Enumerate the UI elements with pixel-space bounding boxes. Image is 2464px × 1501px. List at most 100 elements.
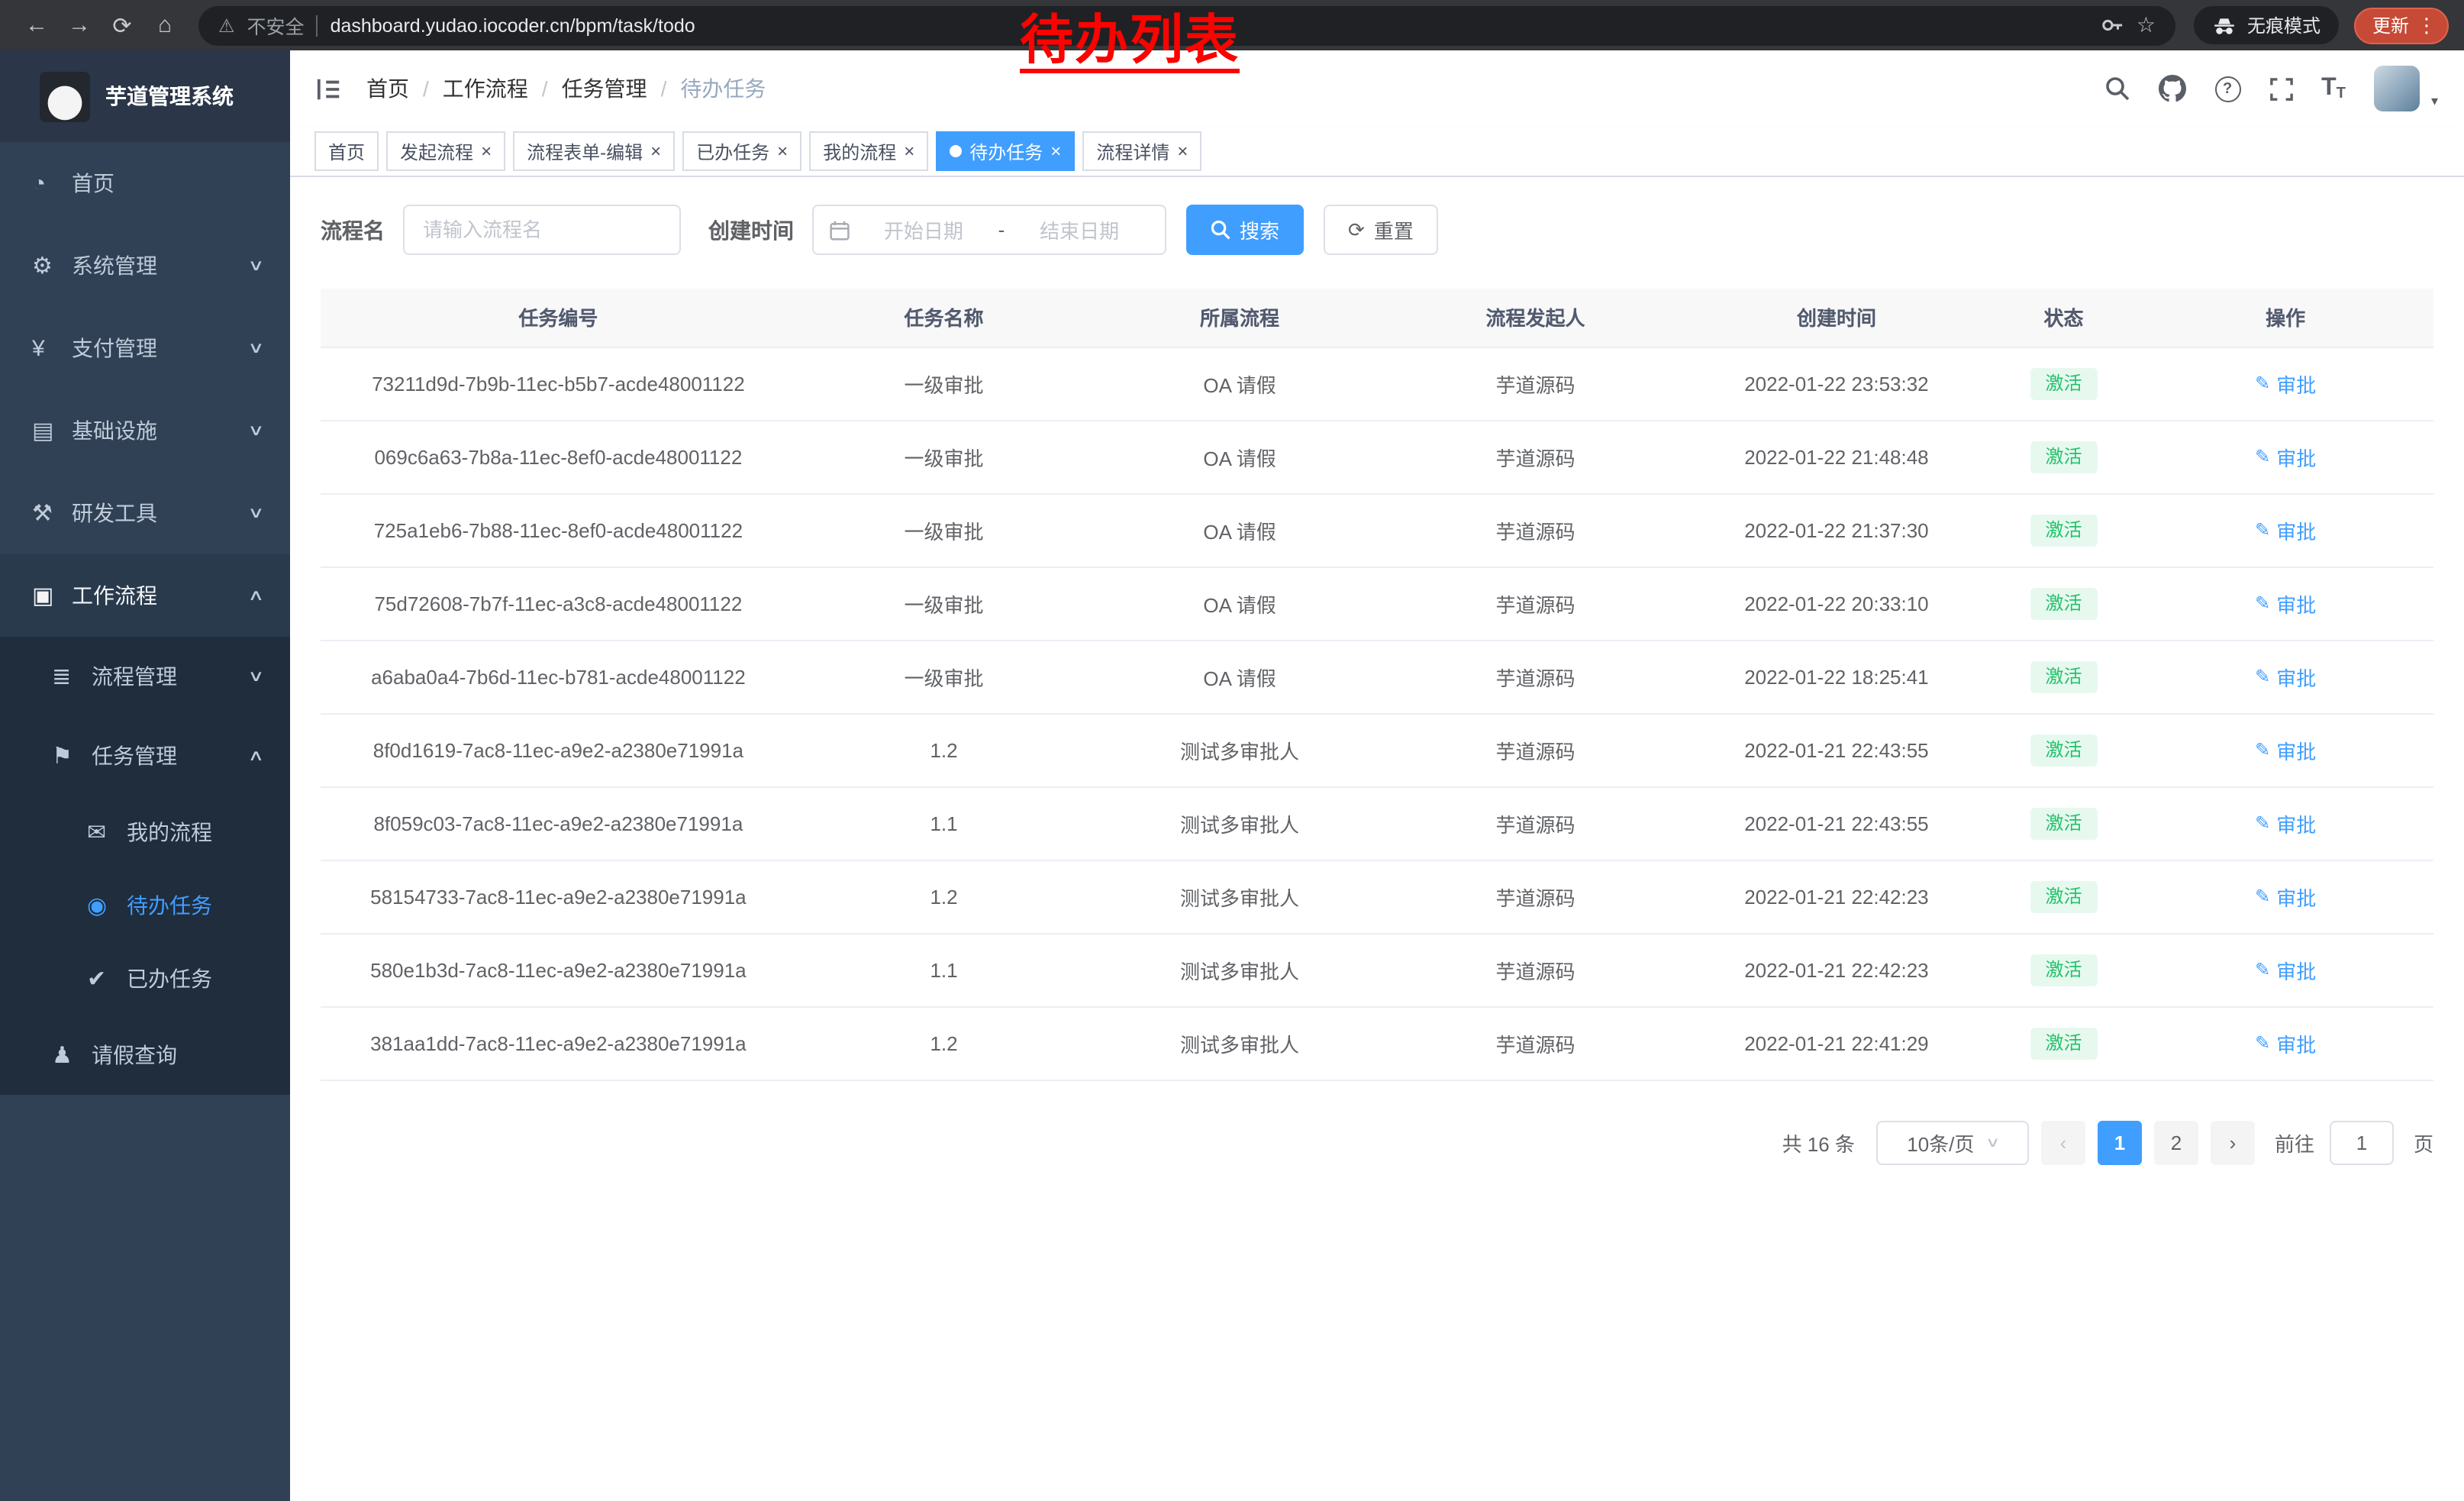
- page-1-button[interactable]: 1: [2098, 1120, 2142, 1164]
- password-key-icon[interactable]: [2101, 14, 2124, 37]
- sidebar-item-label: 研发工具: [72, 498, 157, 528]
- breadcrumb-task-management[interactable]: 任务管理: [562, 73, 647, 104]
- prev-page-button[interactable]: ‹: [2041, 1120, 2085, 1164]
- task-name-cell: 1.1: [796, 786, 1092, 860]
- reset-button-label: 重置: [1374, 215, 1414, 244]
- browser-menu-icon[interactable]: ⋮: [2417, 13, 2437, 37]
- sidebar-item-rd-tools[interactable]: ⚒ 研发工具 ∨: [0, 472, 290, 554]
- close-icon[interactable]: ×: [481, 142, 492, 160]
- tab-done-tasks[interactable]: 已办任务 ×: [682, 131, 801, 171]
- app-logo-row: 芋道管理系统: [0, 50, 290, 142]
- edit-icon: ✎: [2255, 886, 2270, 907]
- table-header: 任务编号 任务名称 所属流程 流程发起人 创建时间 状态 操作: [321, 289, 2433, 347]
- table-row: 75d72608-7b7f-11ec-a3c8-acde48001122 一级审…: [321, 567, 2433, 640]
- help-icon[interactable]: ?: [2214, 76, 2240, 102]
- close-icon[interactable]: ×: [777, 142, 788, 160]
- approve-link-label: 审批: [2276, 662, 2316, 691]
- task-id-cell: 8f059c03-7ac8-11ec-a9e2-a2380e71991a: [321, 786, 796, 860]
- search-button[interactable]: 搜索: [1186, 205, 1304, 255]
- github-icon[interactable]: [2158, 75, 2185, 102]
- reset-button[interactable]: ⟳ 重置: [1324, 205, 1438, 255]
- approve-link[interactable]: ✎ 审批: [2255, 809, 2316, 838]
- create-time-cell: 2022-01-22 23:53:32: [1683, 347, 1989, 420]
- font-size-icon[interactable]: TT: [2321, 75, 2346, 102]
- fullscreen-icon[interactable]: [2269, 77, 2292, 100]
- initiator-cell: 芋道源码: [1388, 1006, 1684, 1080]
- close-icon[interactable]: ×: [1177, 142, 1188, 160]
- tab-start-process[interactable]: 发起流程 ×: [386, 131, 505, 171]
- close-icon[interactable]: ×: [1050, 142, 1061, 160]
- bookmark-star-icon[interactable]: ☆: [2137, 12, 2156, 38]
- sidebar-toggle-icon[interactable]: [316, 76, 342, 102]
- sidebar-item-home[interactable]: ◔ 首页: [0, 142, 290, 224]
- sidebar-item-payment-management[interactable]: ¥ 支付管理 ∨: [0, 307, 290, 389]
- tab-process-detail[interactable]: 流程详情 ×: [1082, 131, 1201, 171]
- approve-link[interactable]: ✎ 审批: [2255, 955, 2316, 984]
- security-label: 不安全: [247, 11, 305, 40]
- approve-link[interactable]: ✎ 审批: [2255, 515, 2316, 544]
- approve-link[interactable]: ✎ 审批: [2255, 882, 2316, 911]
- sidebar-item-my-processes[interactable]: ✉ 我的流程: [0, 796, 290, 869]
- pagination: 共 16 条 10条/页 ∨ ‹ 1 2 › 前往 页: [321, 1120, 2433, 1164]
- edit-icon: ✎: [2255, 959, 2270, 980]
- approve-link[interactable]: ✎ 审批: [2255, 735, 2316, 764]
- status-badge: 激活: [2030, 441, 2097, 473]
- edit-icon: ✎: [2255, 812, 2270, 834]
- page-2-button[interactable]: 2: [2154, 1120, 2198, 1164]
- browser-forward-button[interactable]: →: [58, 4, 101, 47]
- status-cell: 激活: [1990, 420, 2138, 493]
- incognito-badge: 无痕模式: [2194, 6, 2339, 44]
- edit-icon: ✎: [2255, 666, 2270, 687]
- tab-process-form-edit[interactable]: 流程表单-编辑 ×: [513, 131, 675, 171]
- initiator-cell: 芋道源码: [1388, 567, 1684, 640]
- process-name-input[interactable]: [403, 205, 681, 255]
- edit-icon: ✎: [2255, 519, 2270, 541]
- sidebar-item-workflow[interactable]: ▣ 工作流程 ∧: [0, 554, 290, 637]
- sidebar: 芋道管理系统 ◔ 首页 ⚙ 系统管理 ∨ ¥ 支付管理 ∨ ▤: [0, 50, 290, 1501]
- tab-home[interactable]: 首页: [314, 131, 379, 171]
- task-name-cell: 一级审批: [796, 347, 1092, 420]
- search-icon[interactable]: [2104, 76, 2129, 101]
- browser-window: ← → ⟳ ⌂ ⚠ 不安全 dashboard.yudao.iocoder.cn…: [0, 0, 2464, 1501]
- browser-home-button[interactable]: ⌂: [144, 4, 186, 47]
- date-range-picker[interactable]: 开始日期 - 结束日期: [812, 205, 1166, 255]
- table-row: 8f0d1619-7ac8-11ec-a9e2-a2380e71991a 1.2…: [321, 713, 2433, 786]
- sidebar-item-leave-query[interactable]: ♟ 请假查询: [0, 1015, 290, 1095]
- approve-link[interactable]: ✎ 审批: [2255, 662, 2316, 691]
- browser-back-button[interactable]: ←: [15, 4, 58, 47]
- page-url: dashboard.yudao.iocoder.cn/bpm/task/todo: [331, 15, 695, 36]
- approve-link[interactable]: ✎ 审批: [2255, 589, 2316, 618]
- status-badge: 激活: [2030, 1027, 2097, 1059]
- approve-link[interactable]: ✎ 审批: [2255, 369, 2316, 398]
- browser-update-button[interactable]: 更新 ⋮: [2354, 7, 2449, 44]
- sidebar-item-infrastructure[interactable]: ▤ 基础设施 ∨: [0, 389, 290, 472]
- next-page-button[interactable]: ›: [2211, 1120, 2255, 1164]
- sidebar-item-system-management[interactable]: ⚙ 系统管理 ∨: [0, 224, 290, 307]
- tab-my-processes[interactable]: 我的流程 ×: [809, 131, 928, 171]
- tab-todo-tasks[interactable]: 待办任务 ×: [936, 131, 1075, 171]
- task-id-cell: 069c6a63-7b8a-11ec-8ef0-acde48001122: [321, 420, 796, 493]
- breadcrumb-home[interactable]: 首页: [366, 73, 409, 104]
- approve-link-label: 审批: [2276, 442, 2316, 471]
- sidebar-item-done-tasks[interactable]: ✔ 已办任务: [0, 942, 290, 1015]
- approve-link[interactable]: ✎ 审批: [2255, 442, 2316, 471]
- sidebar-item-process-management[interactable]: ≣ 流程管理 ∨: [0, 637, 290, 716]
- actions-cell: ✎ 审批: [2137, 860, 2433, 933]
- actions-cell: ✎ 审批: [2137, 347, 2433, 420]
- browser-reload-button[interactable]: ⟳: [101, 4, 144, 47]
- person-icon: ♟: [52, 1041, 92, 1069]
- create-time-cell: 2022-01-21 22:41:29: [1683, 1006, 1989, 1080]
- breadcrumb-workflow[interactable]: 工作流程: [443, 73, 528, 104]
- approve-link[interactable]: ✎ 审批: [2255, 1028, 2316, 1057]
- table-row: 580e1b3d-7ac8-11ec-a9e2-a2380e71991a 1.1…: [321, 933, 2433, 1006]
- tab-label: 首页: [328, 138, 365, 164]
- close-icon[interactable]: ×: [650, 142, 661, 160]
- sidebar-item-todo-tasks[interactable]: ◉ 待办任务: [0, 869, 290, 942]
- avatar[interactable]: [2375, 66, 2420, 111]
- sidebar-item-task-management[interactable]: ⚑ 任务管理 ∧: [0, 716, 290, 796]
- goto-page-input[interactable]: [2330, 1120, 2394, 1164]
- status-badge: 激活: [2030, 514, 2097, 546]
- close-icon[interactable]: ×: [904, 142, 914, 160]
- page-size-select[interactable]: 10条/页 ∨: [1876, 1120, 2029, 1164]
- avatar-caret-icon[interactable]: ▾: [2431, 93, 2438, 110]
